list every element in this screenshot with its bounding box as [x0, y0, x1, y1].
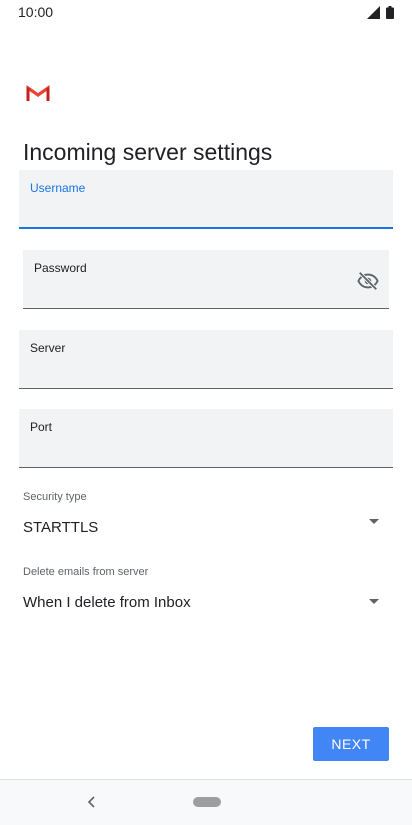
signal-icon: [367, 5, 380, 19]
server-field[interactable]: Server: [19, 330, 393, 389]
delete-emails-value: When I delete from Inbox: [23, 594, 191, 611]
security-type-select[interactable]: STARTTLS: [0, 508, 412, 560]
dropdown-triangle-icon: [369, 519, 379, 524]
server-label: Server: [30, 341, 66, 355]
security-type-value: STARTTLS: [23, 519, 99, 536]
delete-emails-select[interactable]: When I delete from Inbox: [0, 583, 412, 635]
security-type-label: Security type: [23, 491, 87, 503]
port-label: Port: [30, 420, 53, 434]
server-input[interactable]: [30, 360, 349, 382]
password-field[interactable]: Password: [23, 250, 389, 309]
back-icon[interactable]: [84, 793, 100, 811]
gmail-icon: [26, 85, 50, 101]
status-icons: [367, 5, 394, 19]
username-label: Username: [30, 181, 86, 195]
password-label: Password: [34, 261, 87, 275]
username-field[interactable]: Username: [19, 170, 393, 229]
username-input[interactable]: [30, 199, 349, 221]
status-time: 10:00: [18, 4, 54, 20]
visibility-off-icon[interactable]: [357, 270, 379, 292]
navigation-bar: [0, 779, 412, 825]
page-title: Incoming server settings: [23, 139, 273, 166]
delete-emails-label: Delete emails from server: [23, 566, 149, 578]
battery-icon: [386, 5, 394, 19]
port-input[interactable]: [30, 439, 349, 461]
home-pill[interactable]: [193, 797, 221, 807]
status-bar: 10:00: [0, 0, 412, 24]
next-button[interactable]: NEXT: [313, 727, 389, 761]
port-field[interactable]: Port: [19, 409, 393, 468]
dropdown-triangle-icon: [369, 599, 379, 604]
password-input[interactable]: [34, 280, 345, 302]
